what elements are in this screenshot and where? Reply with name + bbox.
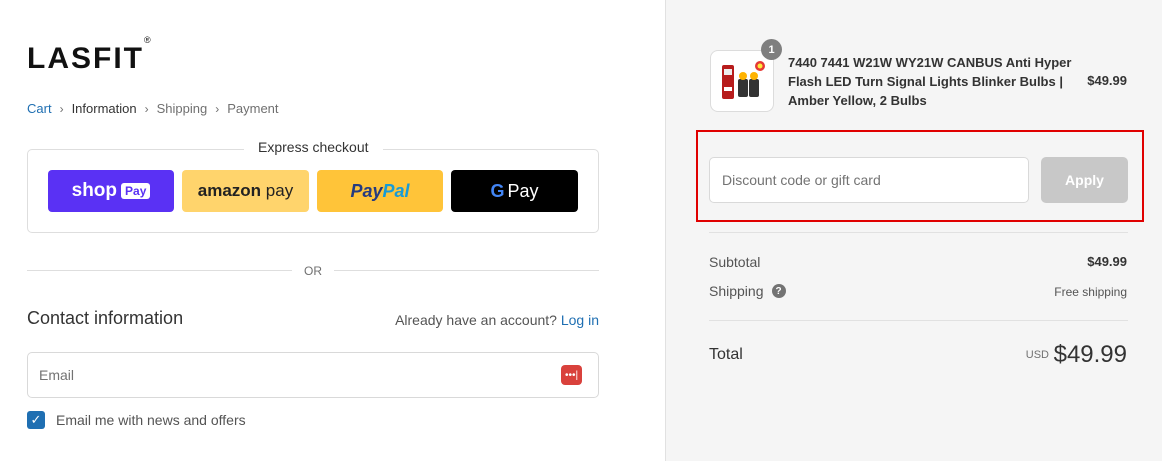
subtotal-value: $49.99 (1087, 254, 1127, 269)
newsletter-option[interactable]: ✓ Email me with news and offers (27, 411, 246, 429)
currency-code: USD (1025, 349, 1049, 361)
account-prompt-text: Already have an account? (395, 312, 557, 328)
help-icon[interactable]: ? (771, 284, 786, 298)
newsletter-label: Email me with news and offers (56, 412, 246, 428)
order-summary: 1 7440 7441 W21W WY21W CANBUS Anti Hyper… (665, 0, 1162, 461)
email-field[interactable] (28, 353, 528, 397)
google-pay-button[interactable]: G Pay (451, 170, 578, 212)
divider-right (334, 270, 599, 271)
chevron-right-icon: › (144, 101, 149, 116)
shop-pay-tag: Pay (121, 183, 151, 199)
paypal-pay-text: Pay (350, 180, 383, 201)
discount-code-input[interactable] (709, 157, 1029, 203)
paypal-button[interactable]: Pay Pal (317, 170, 443, 212)
google-pay-text: Pay (507, 180, 539, 201)
breadcrumb: Cart › Information › Shipping › Payment (27, 101, 279, 116)
or-divider-text: OR (304, 264, 322, 278)
summary-divider (709, 232, 1128, 233)
subtotal-label-text: Subtotal (709, 254, 761, 270)
trademark-symbol: ® (144, 35, 153, 45)
shipping-label: Shipping ? (709, 283, 786, 299)
login-link[interactable]: Log in (561, 312, 599, 328)
amazon-pay-button[interactable]: amazon pay (182, 170, 309, 212)
breadcrumb-payment: Payment (227, 101, 279, 116)
brand-logo[interactable]: LASFIT® (27, 35, 153, 76)
shipping-value: Free shipping (1054, 285, 1127, 299)
shop-pay-button[interactable]: shop Pay (48, 170, 174, 212)
product-image (722, 61, 765, 99)
newsletter-checkbox[interactable]: ✓ (27, 411, 45, 429)
total-divider (709, 320, 1128, 321)
product-price: $49.99 (1087, 73, 1127, 88)
subtotal-label: Subtotal (709, 254, 760, 270)
total-amount: $49.99 (1053, 341, 1127, 368)
password-manager-icon[interactable]: •••| (561, 365, 582, 385)
paypal-pal-text: Pal (382, 180, 410, 201)
total-label: Total (709, 346, 743, 363)
contact-heading: Contact information (27, 308, 184, 328)
divider-left (27, 270, 292, 271)
breadcrumb-cart[interactable]: Cart (27, 101, 52, 116)
product-name: 7440 7441 W21W WY21W CANBUS Anti Hyper F… (788, 55, 1072, 108)
shop-pay-shop-text: shop (71, 180, 118, 201)
google-g-icon: G (490, 180, 505, 201)
quantity-badge: 1 (761, 39, 782, 60)
breadcrumb-shipping: Shipping (156, 101, 208, 116)
express-checkout-title: Express checkout (244, 139, 383, 155)
product-thumbnail (710, 50, 774, 112)
account-prompt: Already have an account? Log in (395, 312, 599, 328)
apply-discount-button[interactable]: Apply (1041, 157, 1128, 203)
checkout-page: LASFIT® Cart › Information › Shipping › … (0, 0, 1162, 461)
chevron-right-icon: › (215, 101, 220, 116)
checkout-main: LASFIT® Cart › Information › Shipping › … (0, 0, 665, 461)
shipping-label-text: Shipping (709, 283, 764, 299)
amazon-pay-text: pay (265, 181, 294, 200)
email-field-wrapper: •••| (27, 352, 599, 398)
chevron-right-icon: › (59, 101, 64, 116)
amazon-text: amazon (197, 181, 262, 200)
breadcrumb-information: Information (71, 101, 137, 116)
